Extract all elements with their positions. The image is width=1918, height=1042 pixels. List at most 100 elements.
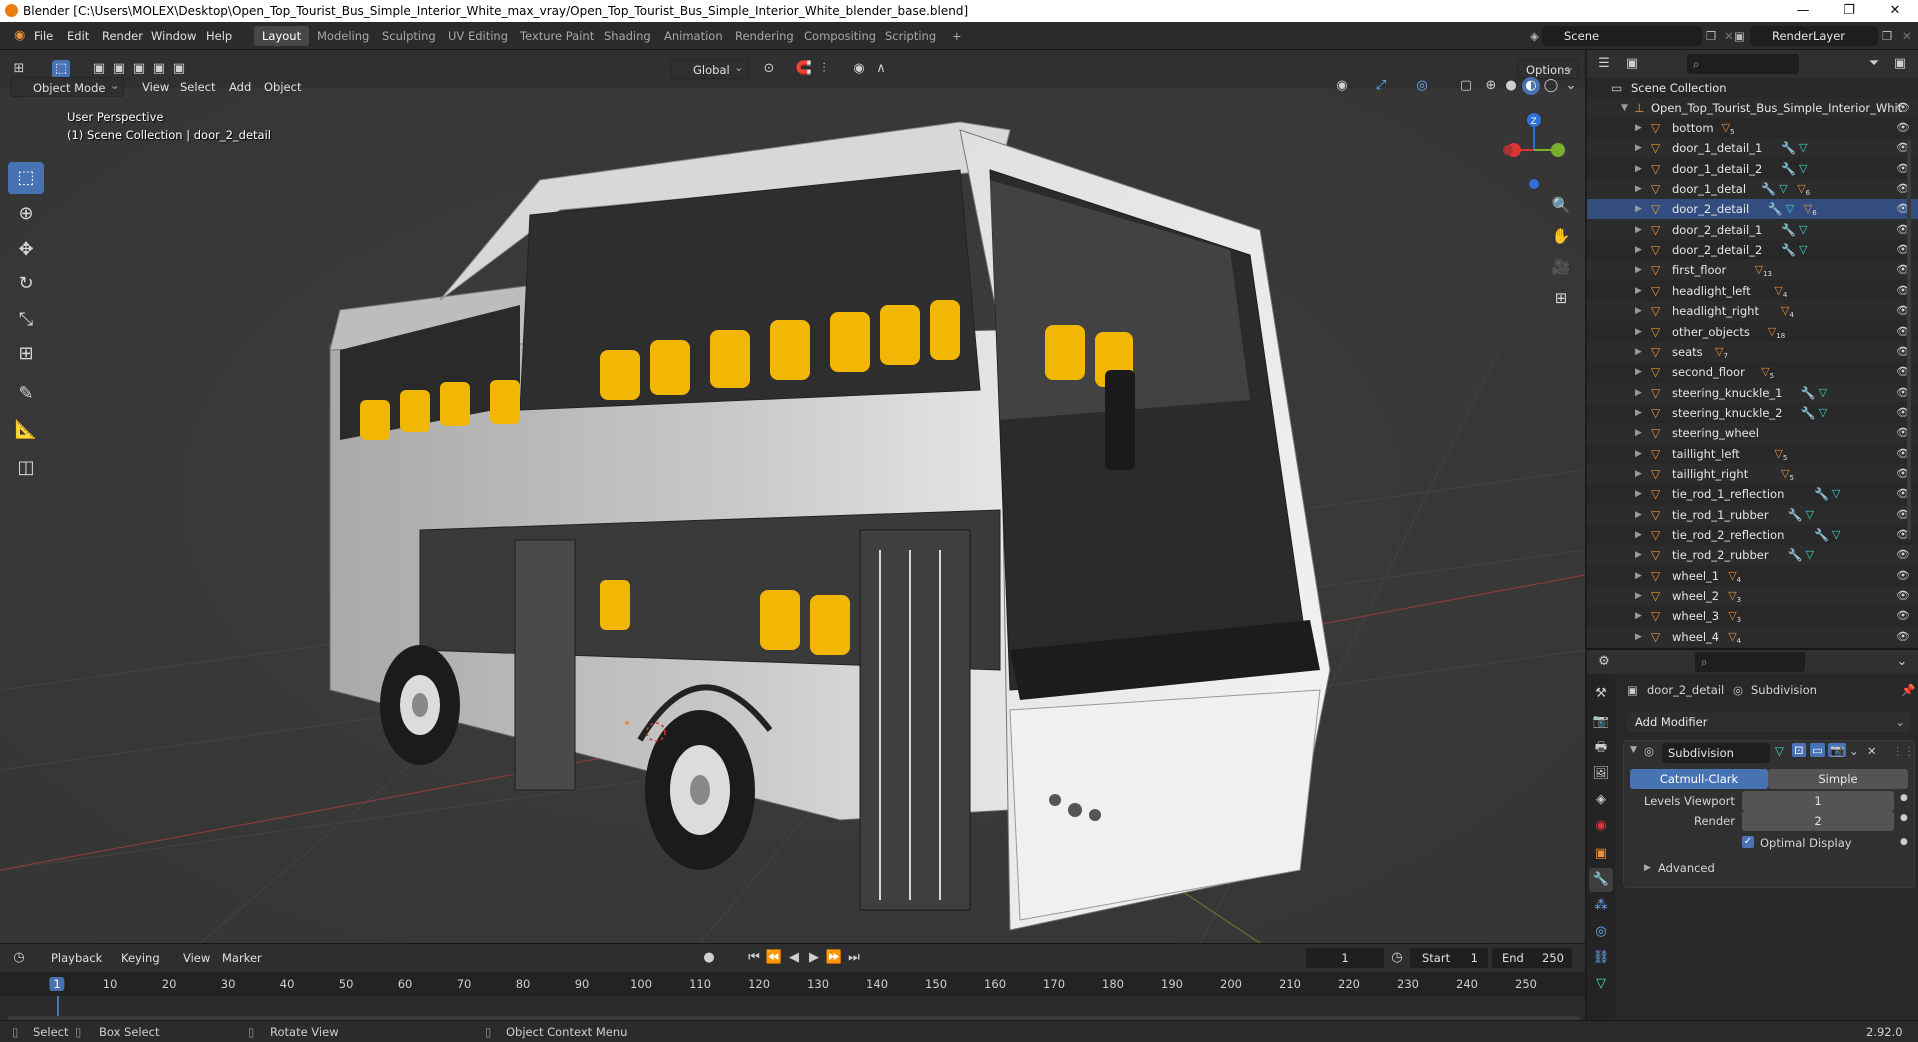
solid-shading-icon[interactable]: ●: [1502, 77, 1520, 95]
expand-arrow-icon[interactable]: ▶: [1635, 383, 1642, 403]
camera-view-icon[interactable]: 🎥: [1548, 254, 1574, 280]
expand-arrow-icon[interactable]: ▶: [1635, 342, 1642, 362]
outliner-item-door_2_detail_2[interactable]: ▶ ▽ door_2_detail_2 👁 🔧 ▽: [1587, 240, 1918, 260]
visibility-eye-icon[interactable]: 👁: [1896, 98, 1910, 118]
outliner-editor-type-icon[interactable]: ☰: [1595, 55, 1613, 73]
view-layer-tab-icon[interactable]: 🖼: [1589, 762, 1613, 786]
modifier-icon[interactable]: 🔧: [1801, 403, 1816, 423]
prev-keyframe-icon[interactable]: ⏪: [765, 949, 783, 967]
particles-tab-icon[interactable]: ⁂: [1589, 894, 1613, 918]
outliner-item-tie_rod_2_reflection[interactable]: ▶ ▽ tie_rod_2_reflection 👁 🔧 ▽: [1587, 525, 1918, 545]
optimal-display-checkbox[interactable]: ✓: [1742, 836, 1754, 848]
pan-hand-icon[interactable]: ✋: [1548, 223, 1574, 249]
advanced-expand-arrow-icon[interactable]: ▶: [1644, 863, 1651, 873]
zoom-icon[interactable]: 🔍: [1548, 192, 1574, 218]
world-tab-icon[interactable]: ◉: [1589, 814, 1613, 838]
expand-arrow-icon[interactable]: ▶: [1635, 606, 1642, 626]
outliner-item-tie_rod_1_rubber[interactable]: ▶ ▽ tie_rod_1_rubber 👁 🔧 ▽: [1587, 504, 1918, 525]
modifier-icon[interactable]: 🔧: [1781, 240, 1796, 260]
expand-arrow-icon[interactable]: ▶: [1635, 281, 1642, 301]
render-levels-field[interactable]: 2: [1742, 811, 1894, 831]
select-box-tool-icon[interactable]: ⬚: [8, 162, 44, 194]
material-shading-icon[interactable]: ◐: [1522, 77, 1540, 95]
next-keyframe-icon[interactable]: ⏩: [825, 949, 843, 967]
outliner-item-steering_wheel[interactable]: ▶ ▽ steering_wheel 👁: [1587, 423, 1918, 444]
add-cube-tool-icon[interactable]: ◫: [8, 452, 44, 484]
tab-layout[interactable]: Layout: [254, 26, 310, 46]
mesh-data-icon[interactable]: ▽: [1786, 199, 1794, 219]
expand-arrow-icon[interactable]: ▶: [1635, 199, 1642, 219]
tab-compositing[interactable]: Compositing: [796, 26, 884, 46]
outliner-item-wheel_2[interactable]: ▶ ▽ wheel_2 👁 ▽3: [1587, 586, 1918, 607]
panel-collapse-arrow-icon[interactable]: ▼: [1630, 745, 1637, 755]
modifier-icon[interactable]: 🔧: [1788, 505, 1803, 525]
expand-arrow-icon[interactable]: ▶: [1635, 627, 1642, 647]
tab-rendering[interactable]: Rendering: [727, 26, 802, 46]
scene-field[interactable]: Scene: [1542, 26, 1702, 46]
data-tab-icon[interactable]: ▽: [1589, 972, 1613, 996]
keyframe-dot-icon[interactable]: ●: [1900, 793, 1908, 803]
menu-render[interactable]: Render: [96, 27, 149, 45]
annotate-tool-icon[interactable]: ✎: [8, 378, 44, 410]
outliner-scrollbar[interactable]: [1907, 140, 1911, 540]
visibility-eye-icon[interactable]: 👁: [1896, 627, 1910, 647]
outliner-item-door_1_detail_1[interactable]: ▶ ▽ door_1_detail_1 👁 🔧 ▽: [1587, 138, 1918, 159]
expand-arrow-icon[interactable]: ▶: [1635, 545, 1642, 565]
menu-file[interactable]: File: [28, 27, 59, 45]
timeline-menu-marker[interactable]: Marker: [216, 948, 268, 968]
keyframe-dot-icon[interactable]: ●: [1900, 813, 1908, 823]
close-window-button[interactable]: ✕: [1872, 0, 1918, 22]
outliner-item-first_floor[interactable]: ▶ ▽ first_floor 👁 ▽13: [1587, 260, 1918, 281]
modifier-icon[interactable]: 🔧: [1814, 484, 1829, 504]
menu-window[interactable]: Window: [145, 27, 202, 45]
outliner-item-door_2_detail_1[interactable]: ▶ ▽ door_2_detail_1 👁 🔧 ▽: [1587, 219, 1918, 240]
tab-texture-paint[interactable]: Texture Paint: [512, 26, 602, 46]
add-modifier-dropdown[interactable]: Add Modifier ⌄: [1627, 712, 1911, 732]
preview-range-icon[interactable]: ◷: [1388, 949, 1406, 967]
visibility-eye-icon[interactable]: 👁: [1896, 118, 1910, 138]
outliner-item-taillight_right[interactable]: ▶ ▽ taillight_right 👁 ▽5: [1587, 463, 1918, 484]
drag-handle-icon[interactable]: ⋮⋮: [1892, 744, 1915, 758]
tab-modeling[interactable]: Modeling: [309, 26, 377, 46]
outliner-collection-row[interactable]: ▼ ⊥ Open_Top_Tourist_Bus_Simple_Interior…: [1587, 98, 1918, 118]
mesh-data-icon[interactable]: ▽: [1799, 220, 1807, 240]
outliner-item-door_1_detail_2[interactable]: ▶ ▽ door_1_detail_2 👁 🔧 ▽: [1587, 159, 1918, 179]
outliner-search-input[interactable]: ⌕: [1687, 54, 1799, 74]
expand-arrow-icon[interactable]: ▶: [1635, 260, 1642, 280]
output-tab-icon[interactable]: 🖶: [1589, 736, 1613, 760]
mesh-data-icon[interactable]: ▽: [1799, 159, 1807, 179]
expand-arrow-icon[interactable]: ▶: [1635, 566, 1642, 586]
outliner-item-headlight_left[interactable]: ▶ ▽ headlight_left 👁 ▽4: [1587, 281, 1918, 301]
jump-end-icon[interactable]: ⏭: [845, 949, 863, 967]
constraints-tab-icon[interactable]: ⛓: [1589, 946, 1613, 970]
visibility-eye-icon[interactable]: 👁: [1896, 586, 1910, 606]
visibility-eye-icon[interactable]: 👁: [1896, 545, 1910, 565]
tool-tab-icon[interactable]: ⚒: [1589, 682, 1613, 706]
shading-options-icon[interactable]: ⌄: [1562, 77, 1580, 95]
outliner-item-steering_knuckle_1[interactable]: ▶ ▽ steering_knuckle_1 👁 🔧 ▽: [1587, 382, 1918, 403]
jump-start-icon[interactable]: ⏮: [745, 949, 763, 967]
viewport-menu-object[interactable]: Object: [258, 77, 307, 97]
expand-arrow-icon[interactable]: ▶: [1635, 464, 1642, 484]
minimize-button[interactable]: —: [1780, 0, 1826, 22]
mesh-data-icon[interactable]: ▽: [1779, 179, 1787, 199]
record-keyframe-icon[interactable]: ●: [700, 949, 718, 967]
catmull-clark-button[interactable]: Catmull-Clark: [1630, 769, 1768, 789]
play-reverse-icon[interactable]: ◀: [785, 949, 803, 967]
outliner-item-second_floor[interactable]: ▶ ▽ second_floor 👁 ▽5: [1587, 362, 1918, 382]
expand-arrow-icon[interactable]: ▶: [1635, 586, 1642, 606]
tab-uv-editing[interactable]: UV Editing: [440, 26, 516, 46]
menu-help[interactable]: Help: [200, 27, 238, 45]
rendered-shading-icon[interactable]: ◯: [1542, 77, 1560, 95]
new-collection-icon[interactable]: ▣: [1891, 55, 1909, 73]
expand-arrow-icon[interactable]: ▶: [1635, 118, 1642, 138]
expand-arrow-icon[interactable]: ▶: [1635, 444, 1642, 464]
tab-animation[interactable]: Animation: [656, 26, 731, 46]
end-frame-field[interactable]: End 250: [1492, 948, 1572, 968]
viewport-toggle-icon[interactable]: ▭: [1810, 743, 1825, 757]
outliner-item-tie_rod_1_reflection[interactable]: ▶ ▽ tie_rod_1_reflection 👁 🔧 ▽: [1587, 484, 1918, 504]
expand-arrow-icon[interactable]: ▶: [1635, 138, 1642, 158]
outliner-item-steering_knuckle_2[interactable]: ▶ ▽ steering_knuckle_2 👁 🔧 ▽: [1587, 403, 1918, 423]
mesh-data-icon[interactable]: ▽: [1799, 138, 1807, 158]
show-overlays-icon[interactable]: ◎: [1413, 77, 1431, 95]
